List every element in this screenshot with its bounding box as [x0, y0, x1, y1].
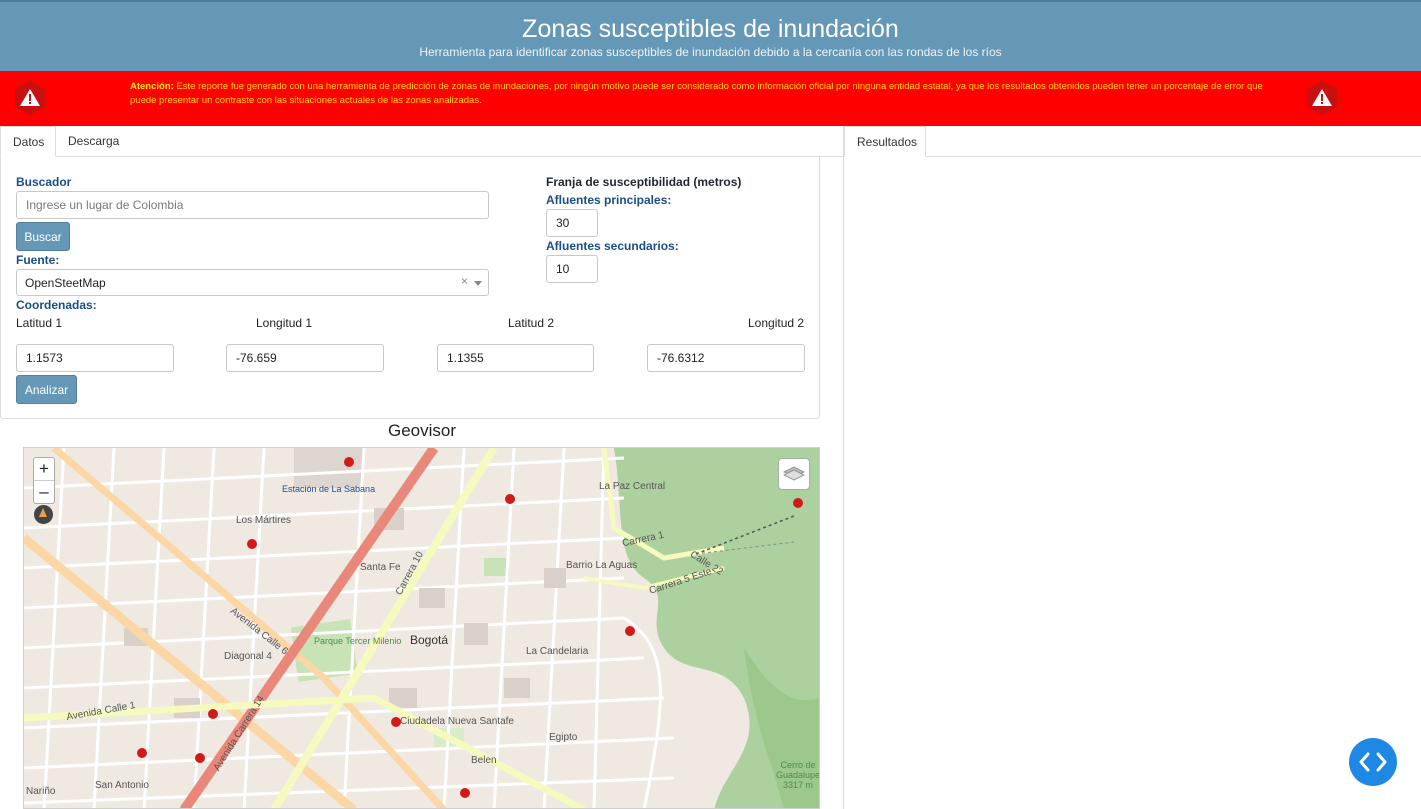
- lat2-field[interactable]: [437, 344, 594, 372]
- map-label-sanantonio: San Antonio: [95, 780, 149, 791]
- map-label-pazcentral: La Paz Central: [599, 481, 666, 492]
- map-label-cerro: Cerro de Guadalupe 3317 m: [776, 760, 820, 790]
- map-label-martires: Los Mártires: [236, 515, 292, 526]
- lon1-field[interactable]: [226, 344, 384, 372]
- layers-icon: [783, 466, 805, 481]
- map-label-santafe: Santa Fe: [360, 562, 401, 573]
- map-label-bogota: Bogotá: [410, 633, 449, 647]
- compass-icon[interactable]: [34, 505, 53, 524]
- lon2-field[interactable]: [647, 344, 805, 372]
- source-select-value: OpenSteetMap: [25, 276, 106, 290]
- analyze-button[interactable]: Analizar: [16, 375, 77, 404]
- page-subtitle: Herramienta para identificar zonas susce…: [419, 45, 1002, 59]
- chevron-down-icon[interactable]: [474, 281, 482, 286]
- panel-divider: [843, 126, 844, 809]
- secundarios-label: Afluentes secundarios:: [546, 239, 679, 253]
- zoom-in-button[interactable]: +: [34, 458, 54, 480]
- zoom-control: + –: [33, 457, 55, 504]
- map-label-estacion: Estación de La Sabana: [282, 484, 376, 494]
- map-title: Geovisor: [387, 421, 457, 440]
- layers-button[interactable]: [778, 458, 810, 490]
- warning-label: Atención:: [130, 81, 174, 92]
- principales-label: Afluentes principales:: [546, 193, 672, 207]
- warning-icon: [15, 81, 45, 115]
- tabs-left: Datos Descarga: [0, 126, 843, 157]
- lat1-label: Latitud 1: [16, 316, 63, 330]
- map-label-egipto: Egipto: [549, 732, 578, 743]
- lon2-label: Longitud 2: [748, 316, 805, 330]
- search-input[interactable]: [16, 191, 489, 219]
- clear-icon[interactable]: ×: [461, 274, 468, 288]
- map-label-diagonal4: Diagonal 4: [224, 651, 272, 662]
- warning-banner: Atención: Este reporte fue generado con …: [0, 71, 1421, 126]
- buscador-label: Buscador: [16, 175, 72, 189]
- map-label-candelaria: La Candelaria: [526, 646, 589, 657]
- search-button[interactable]: Buscar: [16, 222, 70, 251]
- source-select[interactable]: OpenSteetMap ×: [16, 269, 489, 296]
- lon1-label: Longitud 1: [256, 316, 313, 330]
- page-title: Zonas susceptibles de inundación: [522, 15, 899, 43]
- code-arrows-icon: [1359, 752, 1387, 772]
- map-tiles: [24, 448, 819, 808]
- map-label-narino: Nariño: [26, 786, 56, 797]
- tabs-right: Resultados: [844, 126, 1421, 157]
- tab-descarga[interactable]: Descarga: [56, 126, 131, 157]
- tab-resultados[interactable]: Resultados: [844, 126, 926, 157]
- lat1-field[interactable]: [16, 344, 174, 372]
- coordenadas-label: Coordenadas:: [16, 298, 97, 312]
- secundarios-field[interactable]: [546, 255, 598, 283]
- warning-icon: [1307, 81, 1337, 115]
- app-header: Zonas susceptibles de inundación Herrami…: [0, 0, 1421, 71]
- map-label-ciudadela: Ciudadela Nueva Santafe: [400, 716, 514, 727]
- tab-datos[interactable]: Datos: [0, 126, 56, 157]
- map-label-belen: Belen: [471, 755, 497, 766]
- lat2-label: Latitud 2: [508, 316, 555, 330]
- map-viewer[interactable]: Estación de La Sabana Los Mártires Santa…: [23, 447, 820, 809]
- warning-message: Este reporte fue generado con una herram…: [130, 81, 1263, 106]
- toggle-panel-button[interactable]: [1349, 738, 1397, 786]
- franja-label: Franja de susceptibilidad (metros): [546, 175, 742, 189]
- principales-field[interactable]: [546, 209, 598, 237]
- warning-text: Atención: Este reporte fue generado con …: [130, 80, 1290, 108]
- map-label-parque: Parque Tercer Milenio: [314, 636, 402, 646]
- fuente-label: Fuente:: [16, 253, 60, 267]
- map-label-barrio: Barrio La Aguas: [566, 560, 638, 571]
- zoom-out-button[interactable]: –: [34, 480, 54, 503]
